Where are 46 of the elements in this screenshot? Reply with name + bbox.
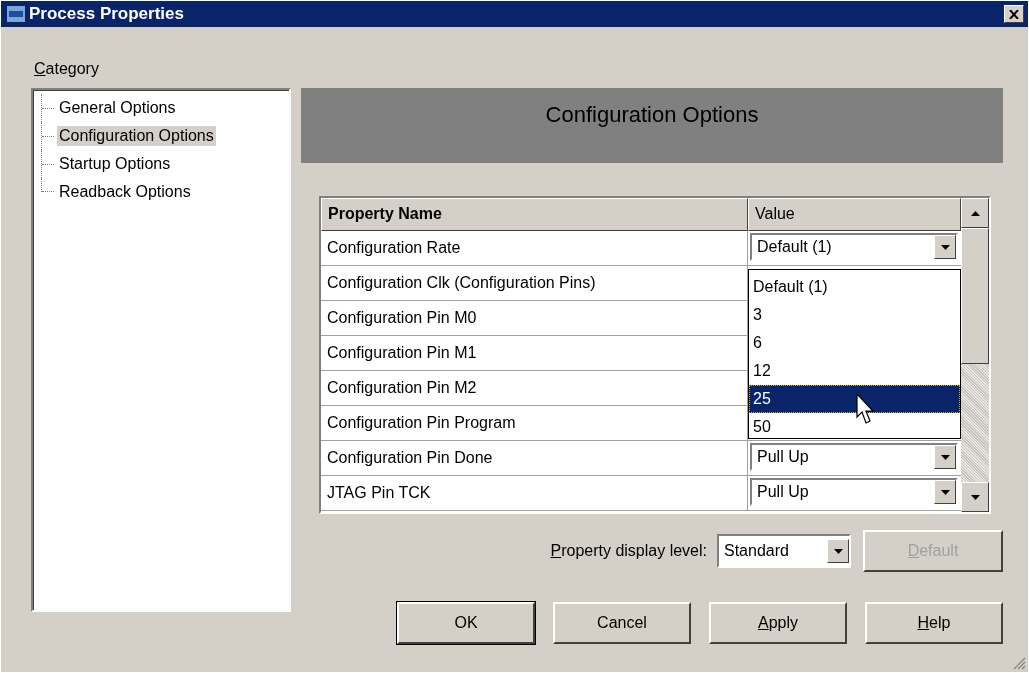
value-dropdown[interactable]: Default (1) bbox=[750, 233, 958, 261]
dialog-button[interactable]: Help bbox=[865, 602, 1003, 644]
value-dropdown[interactable]: Pull Up bbox=[750, 478, 958, 506]
dialog-button[interactable]: Cancel bbox=[553, 602, 691, 644]
dropdown-option[interactable]: 3 bbox=[749, 301, 960, 329]
caret-up-icon bbox=[970, 210, 980, 216]
tree-item[interactable]: Startup Options bbox=[57, 154, 173, 174]
dialog-button[interactable]: Apply bbox=[709, 602, 847, 644]
caret-down-icon bbox=[970, 494, 980, 500]
value-dropdown[interactable]: Pull Up bbox=[750, 443, 958, 471]
resize-grip-icon[interactable] bbox=[1012, 656, 1026, 670]
table-cell: JTAG Pin TCK bbox=[321, 476, 748, 511]
scroll-thumb[interactable] bbox=[961, 228, 989, 364]
table-cell: Configuration Pin Program bbox=[321, 406, 748, 441]
table-cell: Configuration Pin M1 bbox=[321, 336, 748, 371]
category-label: Category bbox=[34, 60, 100, 79]
display-level-label: Property display level: bbox=[550, 542, 707, 560]
app-logo-icon bbox=[7, 6, 25, 22]
table-cell: Configuration Pin M2 bbox=[321, 371, 748, 406]
dropdown-option[interactable]: 12 bbox=[749, 357, 960, 385]
vertical-scrollbar[interactable] bbox=[961, 198, 989, 512]
table-cell: Configuration Rate bbox=[321, 231, 748, 266]
table-cell: Configuration Clk (Configuration Pins) bbox=[321, 266, 748, 301]
table-cell: Configuration Pin Done bbox=[321, 441, 748, 476]
scroll-up-button[interactable] bbox=[961, 198, 989, 228]
caret-down-icon bbox=[940, 244, 950, 250]
caret-down-icon bbox=[940, 489, 950, 495]
header-title: Configuration Options bbox=[545, 102, 759, 129]
scroll-down-button[interactable] bbox=[961, 482, 989, 512]
close-button[interactable] bbox=[1004, 5, 1024, 23]
column-header[interactable]: Value bbox=[748, 198, 961, 231]
table-cell: Configuration Pin M0 bbox=[321, 301, 748, 336]
dropdown-option[interactable]: 50 bbox=[749, 413, 960, 441]
caret-down-icon bbox=[833, 548, 843, 554]
window-title: Process Properties bbox=[29, 4, 185, 24]
tree-item[interactable]: General Options bbox=[57, 98, 178, 118]
dialog-button[interactable]: OK bbox=[397, 602, 535, 644]
column-header[interactable]: Property Name bbox=[321, 198, 748, 231]
dropdown-option[interactable]: 6 bbox=[749, 329, 960, 357]
caret-down-icon bbox=[940, 454, 950, 460]
dropdown-option[interactable]: Default (1) bbox=[749, 273, 960, 301]
display-level-dropdown[interactable]: Standard bbox=[717, 534, 851, 568]
close-icon bbox=[1009, 9, 1019, 19]
tree-item[interactable]: Readback Options bbox=[57, 182, 193, 202]
tree-item[interactable]: Configuration Options bbox=[57, 126, 216, 146]
dropdown-option[interactable]: 25 bbox=[749, 385, 960, 413]
